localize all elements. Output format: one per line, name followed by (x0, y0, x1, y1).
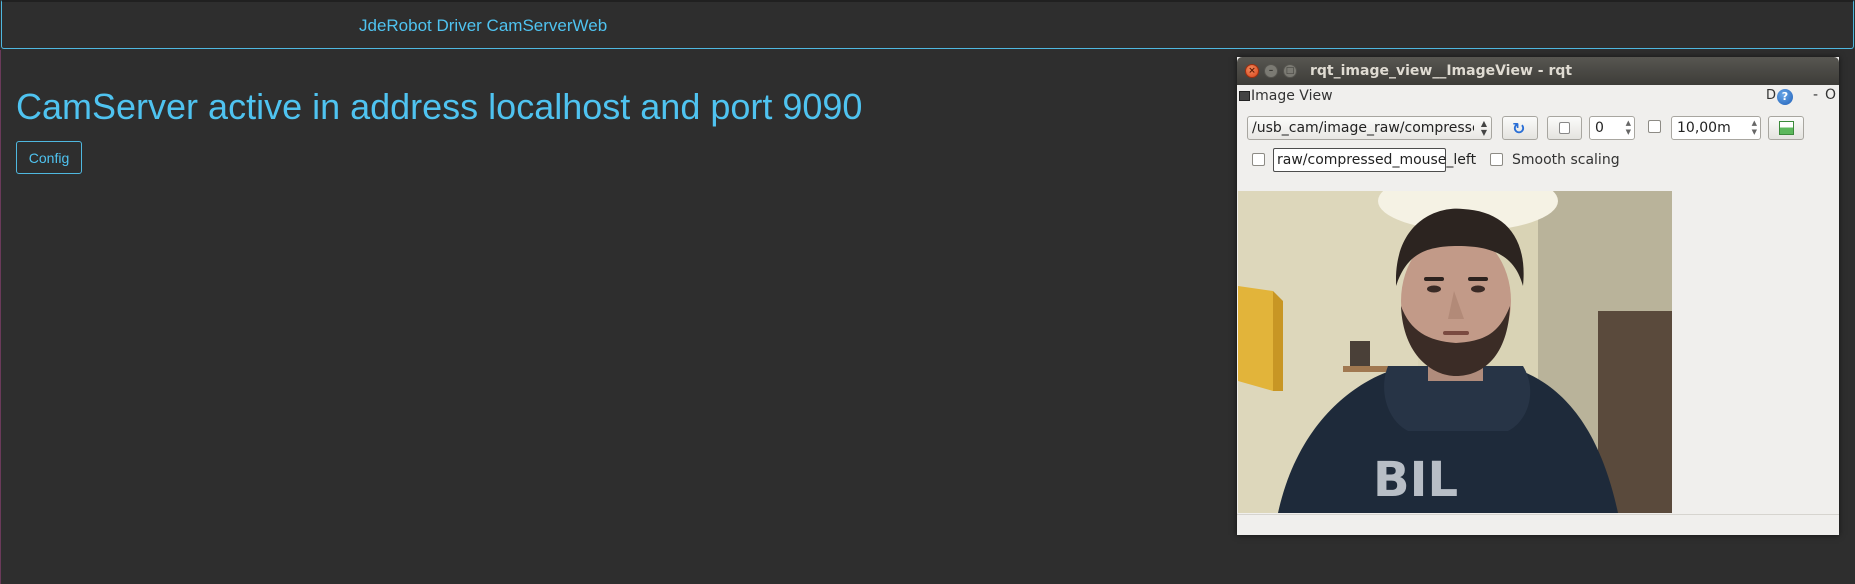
publish-mouse-checkbox[interactable] (1252, 153, 1265, 166)
dock-close-button[interactable]: O (1825, 87, 1836, 103)
topic-select-value: /usb_cam/image_raw/compressed (1252, 120, 1474, 136)
dock-widget-icon (1239, 91, 1250, 101)
save-icon (1779, 121, 1794, 135)
camera-frame-image: BIL (1238, 191, 1672, 513)
help-icon[interactable]: ? (1777, 89, 1793, 105)
zoom-spinbox-value: 0 (1595, 120, 1604, 136)
rqt-image-view-window: × – □ rqt_image_view__ImageView - rqt Im… (1237, 57, 1839, 535)
camera-image[interactable]: BIL (1238, 191, 1672, 513)
status-bar (1237, 514, 1839, 515)
svg-text:BIL: BIL (1373, 452, 1458, 508)
pan-button[interactable] (1547, 116, 1582, 140)
page-title: CamServer active in address localhost an… (16, 86, 863, 127)
pan-icon (1559, 122, 1570, 134)
updown-arrows-icon: ▲ ▼ (1480, 119, 1487, 137)
mouse-topic-input[interactable]: raw/compressed_mouse_left (1273, 148, 1476, 172)
rate-spinbox-value: 10,00m (1677, 120, 1731, 136)
zoom-spinbox[interactable]: 0 ▲ ▼ (1589, 116, 1635, 140)
window-minimize-icon[interactable]: – (1264, 64, 1278, 78)
refresh-icon: ↻ (1512, 119, 1526, 138)
page-edge (0, 50, 1, 584)
smooth-scaling-checkbox[interactable] (1490, 153, 1503, 166)
spin-arrows-icon[interactable]: ▲ ▼ (1626, 119, 1631, 137)
save-image-button[interactable] (1768, 116, 1804, 140)
navbar-brand[interactable]: JdeRobot Driver CamServerWeb (359, 16, 607, 36)
dock-d-button[interactable]: D (1766, 88, 1776, 103)
config-button[interactable]: Config (16, 141, 82, 174)
window-close-icon[interactable]: × (1245, 64, 1259, 78)
spin-arrows-icon[interactable]: ▲ ▼ (1752, 119, 1757, 137)
rate-spinbox[interactable]: 10,00m ▲ ▼ (1671, 116, 1761, 140)
dock-header: Image View D ? - O (1237, 86, 1839, 108)
window-titlebar[interactable]: × – □ rqt_image_view__ImageView - rqt (1237, 57, 1839, 85)
dock-title: Image View (1251, 88, 1333, 104)
navbar: JdeRobot Driver CamServerWeb (1, 0, 1854, 49)
topic-select[interactable]: /usb_cam/image_raw/compressed ▲ ▼ (1247, 116, 1492, 140)
refresh-button[interactable]: ↻ (1502, 116, 1538, 140)
dock-minimize-button[interactable]: - (1813, 87, 1818, 103)
smooth-scaling-label: Smooth scaling (1512, 152, 1620, 168)
window-title: rqt_image_view__ImageView - rqt (1310, 63, 1573, 79)
mouse-topic-value: raw/compressed_mouse_left (1277, 152, 1477, 168)
window-maximize-icon[interactable]: □ (1283, 64, 1297, 78)
rate-checkbox[interactable] (1648, 120, 1661, 133)
